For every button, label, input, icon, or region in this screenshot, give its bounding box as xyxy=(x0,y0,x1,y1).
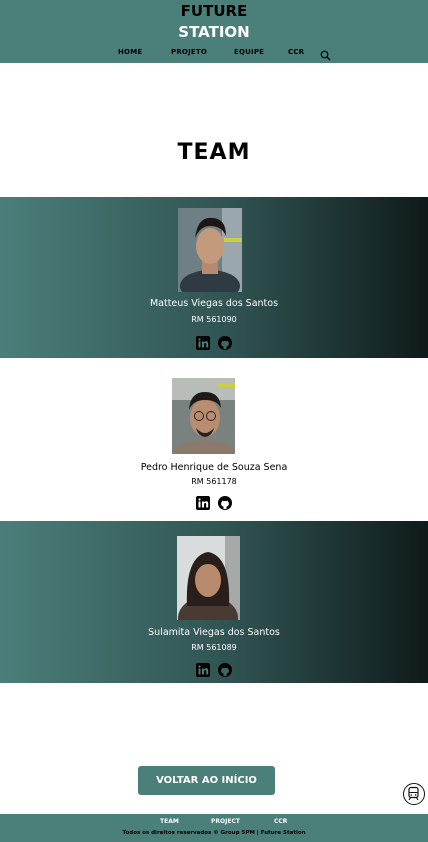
footer-link-team[interactable]: TEAM xyxy=(160,818,179,825)
team-member-card: Pedro Henrique de Souza Sena RM 561178 xyxy=(0,358,428,521)
member-name: Pedro Henrique de Souza Sena xyxy=(140,462,288,473)
team-member-card: Sulamita Viegas dos Santos RM 561089 xyxy=(0,521,428,683)
logo-line-1: FUTURE xyxy=(180,2,248,20)
linkedin-icon[interactable] xyxy=(196,495,211,510)
nav-home[interactable]: HOME xyxy=(118,46,142,58)
member-photo xyxy=(172,378,235,454)
team-member-card: Matteus Viegas dos Santos RM 561090 xyxy=(0,197,428,358)
footer-link-project[interactable]: PROJECT xyxy=(211,818,240,825)
member-name: Matteus Viegas dos Santos xyxy=(149,298,279,309)
page-title: TEAM xyxy=(177,140,251,165)
nav-ccr[interactable]: CCR xyxy=(288,46,304,58)
member-rm: RM 561089 xyxy=(191,643,237,652)
main-nav: HOME PROJETO EQUIPE CCR xyxy=(0,46,428,61)
train-icon[interactable] xyxy=(403,783,425,805)
site-footer: TEAM PROJECT CCR Todos os direitos reser… xyxy=(0,814,428,842)
member-photo xyxy=(177,536,240,620)
github-icon[interactable] xyxy=(217,335,232,350)
github-icon[interactable] xyxy=(217,495,232,510)
member-photo xyxy=(178,208,242,292)
footer-link-ccr[interactable]: CCR xyxy=(274,818,287,825)
linkedin-icon[interactable] xyxy=(196,662,211,677)
member-rm: RM 561090 xyxy=(191,315,237,324)
social-links xyxy=(0,335,428,350)
nav-equipe[interactable]: EQUIPE xyxy=(234,46,264,58)
logo-line-2: STATION xyxy=(178,23,250,41)
footer-copyright: Todos os direitos reservados © Group SPM… xyxy=(122,830,306,836)
social-links xyxy=(0,662,428,677)
logo[interactable]: FUTURE STATION xyxy=(0,1,428,43)
nav-projeto[interactable]: PROJETO xyxy=(171,46,207,58)
linkedin-icon[interactable] xyxy=(196,335,211,350)
site-header: FUTURE STATION HOME PROJETO EQUIPE CCR xyxy=(0,0,428,63)
search-icon[interactable] xyxy=(320,46,332,61)
social-links xyxy=(0,495,428,510)
member-rm: RM 561178 xyxy=(191,477,237,486)
back-to-home-button[interactable]: VOLTAR AO INÍCIO xyxy=(138,766,275,795)
member-name: Sulamita Viegas dos Santos xyxy=(148,627,280,638)
github-icon[interactable] xyxy=(217,662,232,677)
